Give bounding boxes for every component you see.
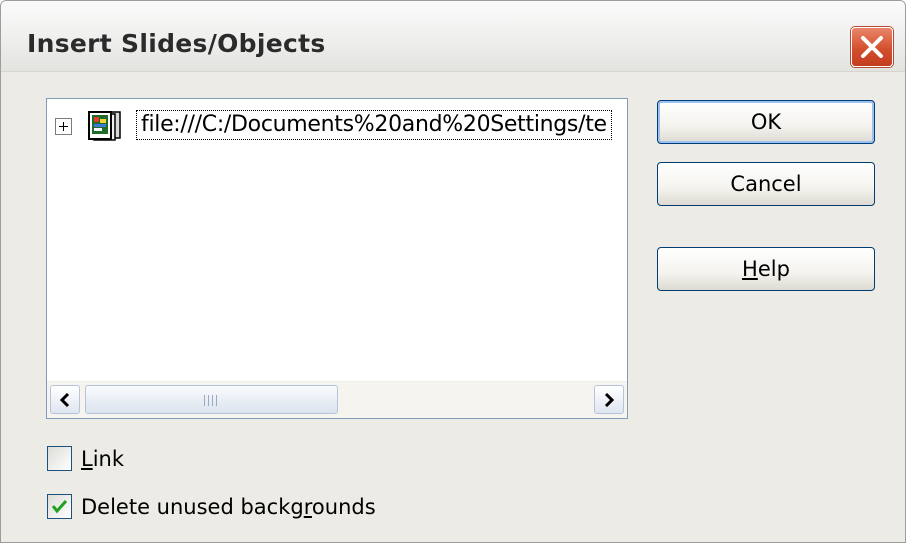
scroll-right-button[interactable] — [594, 385, 624, 414]
presentation-document-icon — [88, 111, 121, 141]
link-checkbox[interactable] — [47, 446, 72, 471]
grip-icon — [204, 395, 218, 406]
link-label[interactable]: Link — [81, 444, 124, 474]
chevron-right-icon — [604, 393, 615, 407]
ok-button[interactable]: OK — [657, 100, 875, 144]
close-button[interactable] — [851, 27, 893, 67]
help-button[interactable]: Help — [657, 247, 875, 291]
link-label-rest: ink — [92, 447, 125, 471]
file-tree[interactable]: file:///C:/Documents%20and%20Settings/te — [46, 98, 628, 419]
checkmark-icon — [51, 499, 68, 514]
help-label-rest: elp — [757, 257, 790, 281]
close-icon — [861, 36, 883, 58]
tree-item-label[interactable]: file:///C:/Documents%20and%20Settings/te — [136, 110, 612, 140]
title-bar[interactable]: Insert Slides/Objects — [1, 1, 905, 72]
link-mnemonic: L — [81, 447, 93, 471]
dialog-body: file:///C:/Documents%20and%20Settings/te — [1, 72, 905, 542]
horizontal-scrollbar[interactable] — [47, 381, 627, 418]
help-mnemonic: H — [742, 257, 758, 281]
label-part-1: Delete unused backg — [81, 495, 304, 519]
chevron-left-icon — [59, 393, 70, 407]
scroll-left-button[interactable] — [50, 385, 80, 414]
scroll-thumb[interactable] — [85, 385, 338, 414]
delete-unused-backgrounds-checkbox[interactable] — [47, 494, 72, 519]
label-mnemonic: r — [303, 495, 312, 519]
label-part-2: ounds — [311, 495, 376, 519]
cancel-button[interactable]: Cancel — [657, 162, 875, 206]
insert-slides-dialog: Insert Slides/Objects file:///C:/Documen… — [0, 0, 906, 543]
expand-toggle-icon[interactable] — [55, 118, 72, 135]
delete-unused-backgrounds-label[interactable]: Delete unused backgrounds — [81, 492, 376, 522]
dialog-title: Insert Slides/Objects — [27, 29, 326, 58]
tree-item[interactable]: file:///C:/Documents%20and%20Settings/te — [47, 107, 627, 143]
